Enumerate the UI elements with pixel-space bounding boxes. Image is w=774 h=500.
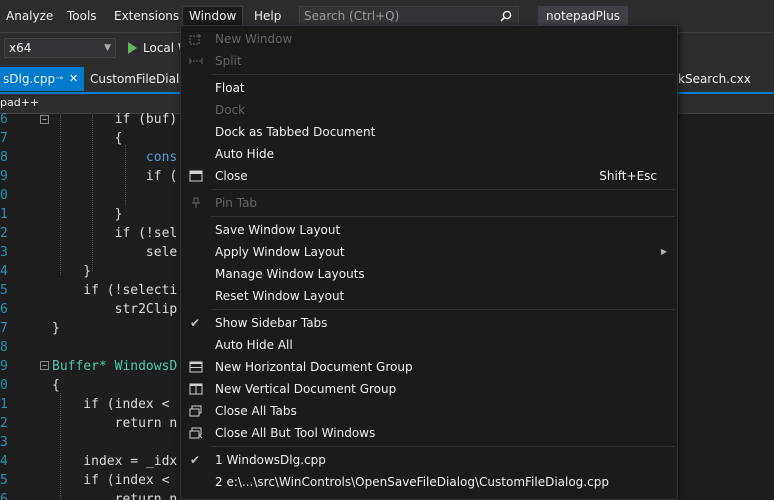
- tab-label: sDlg.cpp: [3, 72, 56, 86]
- menu-item-close-all-tabs[interactable]: Close All Tabs: [181, 400, 677, 422]
- menu-window[interactable]: Window: [182, 6, 244, 26]
- platform-dropdown[interactable]: x64 ▼: [4, 38, 116, 58]
- checkmark-icon: ✔: [190, 453, 201, 467]
- tab-search[interactable]: kSearch.cxx: [678, 67, 751, 91]
- menu-item-pin-tab[interactable]: Pin Tab: [181, 192, 677, 214]
- menu-item-split[interactable]: Split: [181, 50, 677, 72]
- platform-value: x64: [9, 41, 32, 55]
- menu-item-auto-hide-all[interactable]: Auto Hide All: [181, 334, 677, 356]
- menu-item-apply-layout[interactable]: Apply Window Layout ▶: [181, 241, 677, 263]
- submenu-arrow-icon: ▶: [660, 247, 667, 256]
- menu-item-recent-file-1[interactable]: ✔ 1 WindowsDlg.cpp: [181, 449, 677, 471]
- menu-extensions[interactable]: Extensions: [108, 7, 185, 25]
- shortcut-text: Shift+Esc: [599, 169, 657, 183]
- menu-item-manage-layouts[interactable]: Manage Window Layouts: [181, 263, 677, 285]
- menu-item-save-layout[interactable]: Save Window Layout: [181, 219, 677, 241]
- menu-separator: [211, 446, 675, 447]
- menu-item-show-sidebar-tabs[interactable]: ✔ Show Sidebar Tabs: [181, 312, 677, 334]
- solution-name: notepadPlus: [538, 6, 629, 26]
- menu-separator: [211, 216, 675, 217]
- pin-icon[interactable]: ⊸: [55, 67, 63, 91]
- menu-item-reset-layout[interactable]: Reset Window Layout: [181, 285, 677, 307]
- tab-customfiledialog[interactable]: CustomFileDialo: [90, 67, 187, 91]
- menu-analyze[interactable]: Analyze: [0, 7, 59, 25]
- horizontal-group-icon: [189, 361, 203, 373]
- project-dropdown[interactable]: pad++: [0, 96, 39, 109]
- close-icon[interactable]: ✕: [69, 67, 78, 91]
- chevron-down-icon: ▼: [104, 43, 111, 53]
- menu-help[interactable]: Help: [248, 7, 287, 25]
- menu-tools[interactable]: Tools: [61, 7, 103, 25]
- vertical-group-icon: [189, 383, 203, 395]
- new-window-icon: [189, 34, 201, 45]
- split-icon: [189, 58, 203, 64]
- menu-item-new-horizontal-group[interactable]: New Horizontal Document Group: [181, 356, 677, 378]
- window-menu-dropdown: New Window Split Float Dock Dock as Tabb…: [180, 25, 678, 500]
- tab-label: kSearch.cxx: [678, 72, 751, 86]
- search-placeholder: Search (Ctrl+Q): [304, 9, 400, 23]
- menu-item-recent-file-2[interactable]: 2 e:\...\src\WinControls\OpenSaveFileDia…: [181, 471, 677, 493]
- search-input[interactable]: Search (Ctrl+Q): [299, 6, 519, 26]
- collapse-icon[interactable]: −: [40, 115, 49, 124]
- menu-item-dock[interactable]: Dock: [181, 99, 677, 121]
- close-all-but-tool-icon: [189, 427, 203, 439]
- collapse-icon[interactable]: −: [40, 361, 49, 370]
- close-window-icon: [189, 170, 203, 182]
- search-icon[interactable]: [500, 10, 512, 22]
- menu-item-close-all-but-tool[interactable]: Close All But Tool Windows: [181, 422, 677, 444]
- menu-item-dock-tabbed[interactable]: Dock as Tabbed Document: [181, 121, 677, 143]
- tab-windowsdlg[interactable]: sDlg.cpp ⊸ ✕: [0, 67, 84, 91]
- pin-icon: [192, 197, 200, 208]
- menu-item-new-vertical-group[interactable]: New Vertical Document Group: [181, 378, 677, 400]
- close-all-tabs-icon: [189, 405, 202, 417]
- play-icon: [128, 42, 137, 54]
- menu-separator: [211, 74, 675, 75]
- tab-label: CustomFileDialo: [90, 72, 187, 86]
- checkmark-icon: ✔: [190, 316, 201, 330]
- menu-item-float[interactable]: Float: [181, 77, 677, 99]
- menu-separator: [211, 189, 675, 190]
- menu-item-new-window[interactable]: New Window: [181, 28, 677, 50]
- menu-item-close[interactable]: Close Shift+Esc: [181, 165, 677, 187]
- menu-item-auto-hide[interactable]: Auto Hide: [181, 143, 677, 165]
- menu-separator: [211, 309, 675, 310]
